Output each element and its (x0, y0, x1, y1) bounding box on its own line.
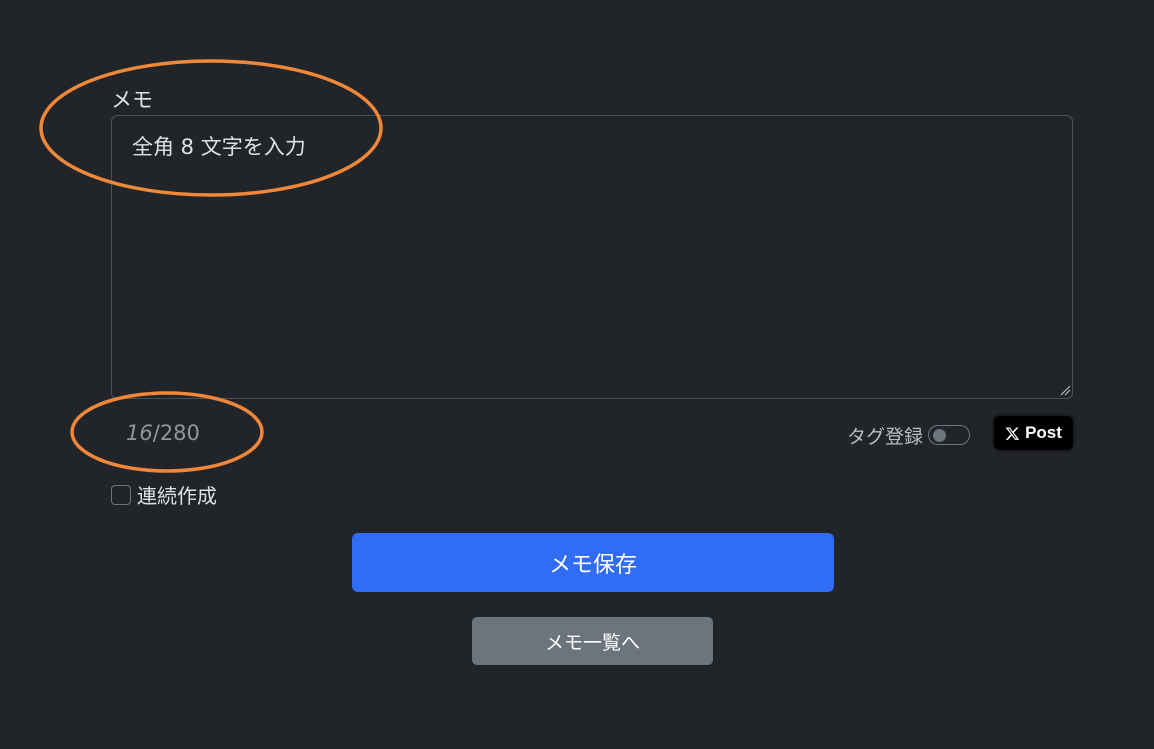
continuous-create-row: 連続作成 (111, 480, 217, 509)
x-post-label: Post (1025, 423, 1062, 442)
tag-register-toggle[interactable] (928, 425, 971, 445)
continuous-create-checkbox[interactable] (111, 484, 131, 505)
tag-register-label: タグ登録 (847, 425, 924, 448)
x-logo-icon (1005, 426, 1020, 440)
continuous-create-label[interactable]: 連続作成 (137, 480, 217, 509)
save-memo-button[interactable]: メモ保存 (352, 533, 834, 592)
x-post-button[interactable]: Post (993, 415, 1074, 451)
tag-register-row: タグ登録 (847, 421, 971, 449)
char-count-max: 280 (159, 421, 200, 445)
memo-label: メモ (111, 88, 153, 112)
char-count-separator: / (152, 421, 160, 445)
resize-handle-icon[interactable] (1059, 384, 1071, 396)
memo-textarea[interactable] (111, 115, 1073, 399)
memo-list-button[interactable]: メモ一覧へ (472, 617, 713, 665)
toggle-knob (933, 429, 947, 442)
char-counter: 16/280 (126, 421, 200, 445)
char-count-current: 16 (126, 421, 153, 445)
